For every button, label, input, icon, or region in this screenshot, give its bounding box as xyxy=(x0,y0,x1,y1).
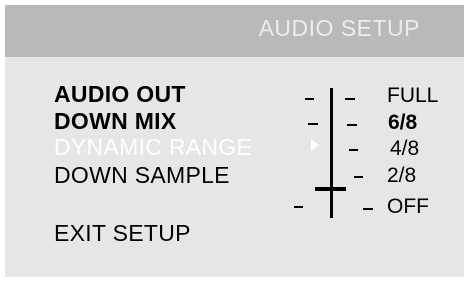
option-2-8: 2/8 xyxy=(387,164,417,187)
menu-item-down-mix[interactable]: DOWN MIX xyxy=(54,108,177,135)
menu-item-dynamic-range[interactable]: DYNAMIC RANGE xyxy=(54,134,252,161)
dynamic-range-slider-knob[interactable] xyxy=(315,187,346,191)
slider-tick xyxy=(354,176,363,178)
option-full: FULL xyxy=(387,84,439,107)
triangle-right-icon xyxy=(311,139,319,151)
menu-item-down-sample[interactable]: DOWN SAMPLE xyxy=(54,162,230,189)
option-6-8: 6/8 xyxy=(388,111,418,134)
slider-tick xyxy=(294,206,303,208)
slider-tick xyxy=(363,208,373,210)
slider-tick xyxy=(345,98,355,100)
slider-tick xyxy=(347,124,357,126)
menu-item-exit-setup[interactable]: EXIT SETUP xyxy=(54,220,191,247)
header-bar: AUDIO SETUP xyxy=(5,5,464,57)
option-4-8: 4/8 xyxy=(390,137,420,160)
option-off: OFF xyxy=(387,195,429,218)
audio-setup-panel: AUDIO SETUP AUDIO OUT DOWN MIX DYNAMIC R… xyxy=(5,5,464,277)
slider-tick xyxy=(305,98,314,100)
dynamic-range-slider-track[interactable] xyxy=(330,88,333,218)
page-title: AUDIO SETUP xyxy=(258,15,420,41)
slider-tick xyxy=(349,149,358,151)
menu-item-audio-out[interactable]: AUDIO OUT xyxy=(54,81,186,108)
slider-tick xyxy=(308,123,318,125)
